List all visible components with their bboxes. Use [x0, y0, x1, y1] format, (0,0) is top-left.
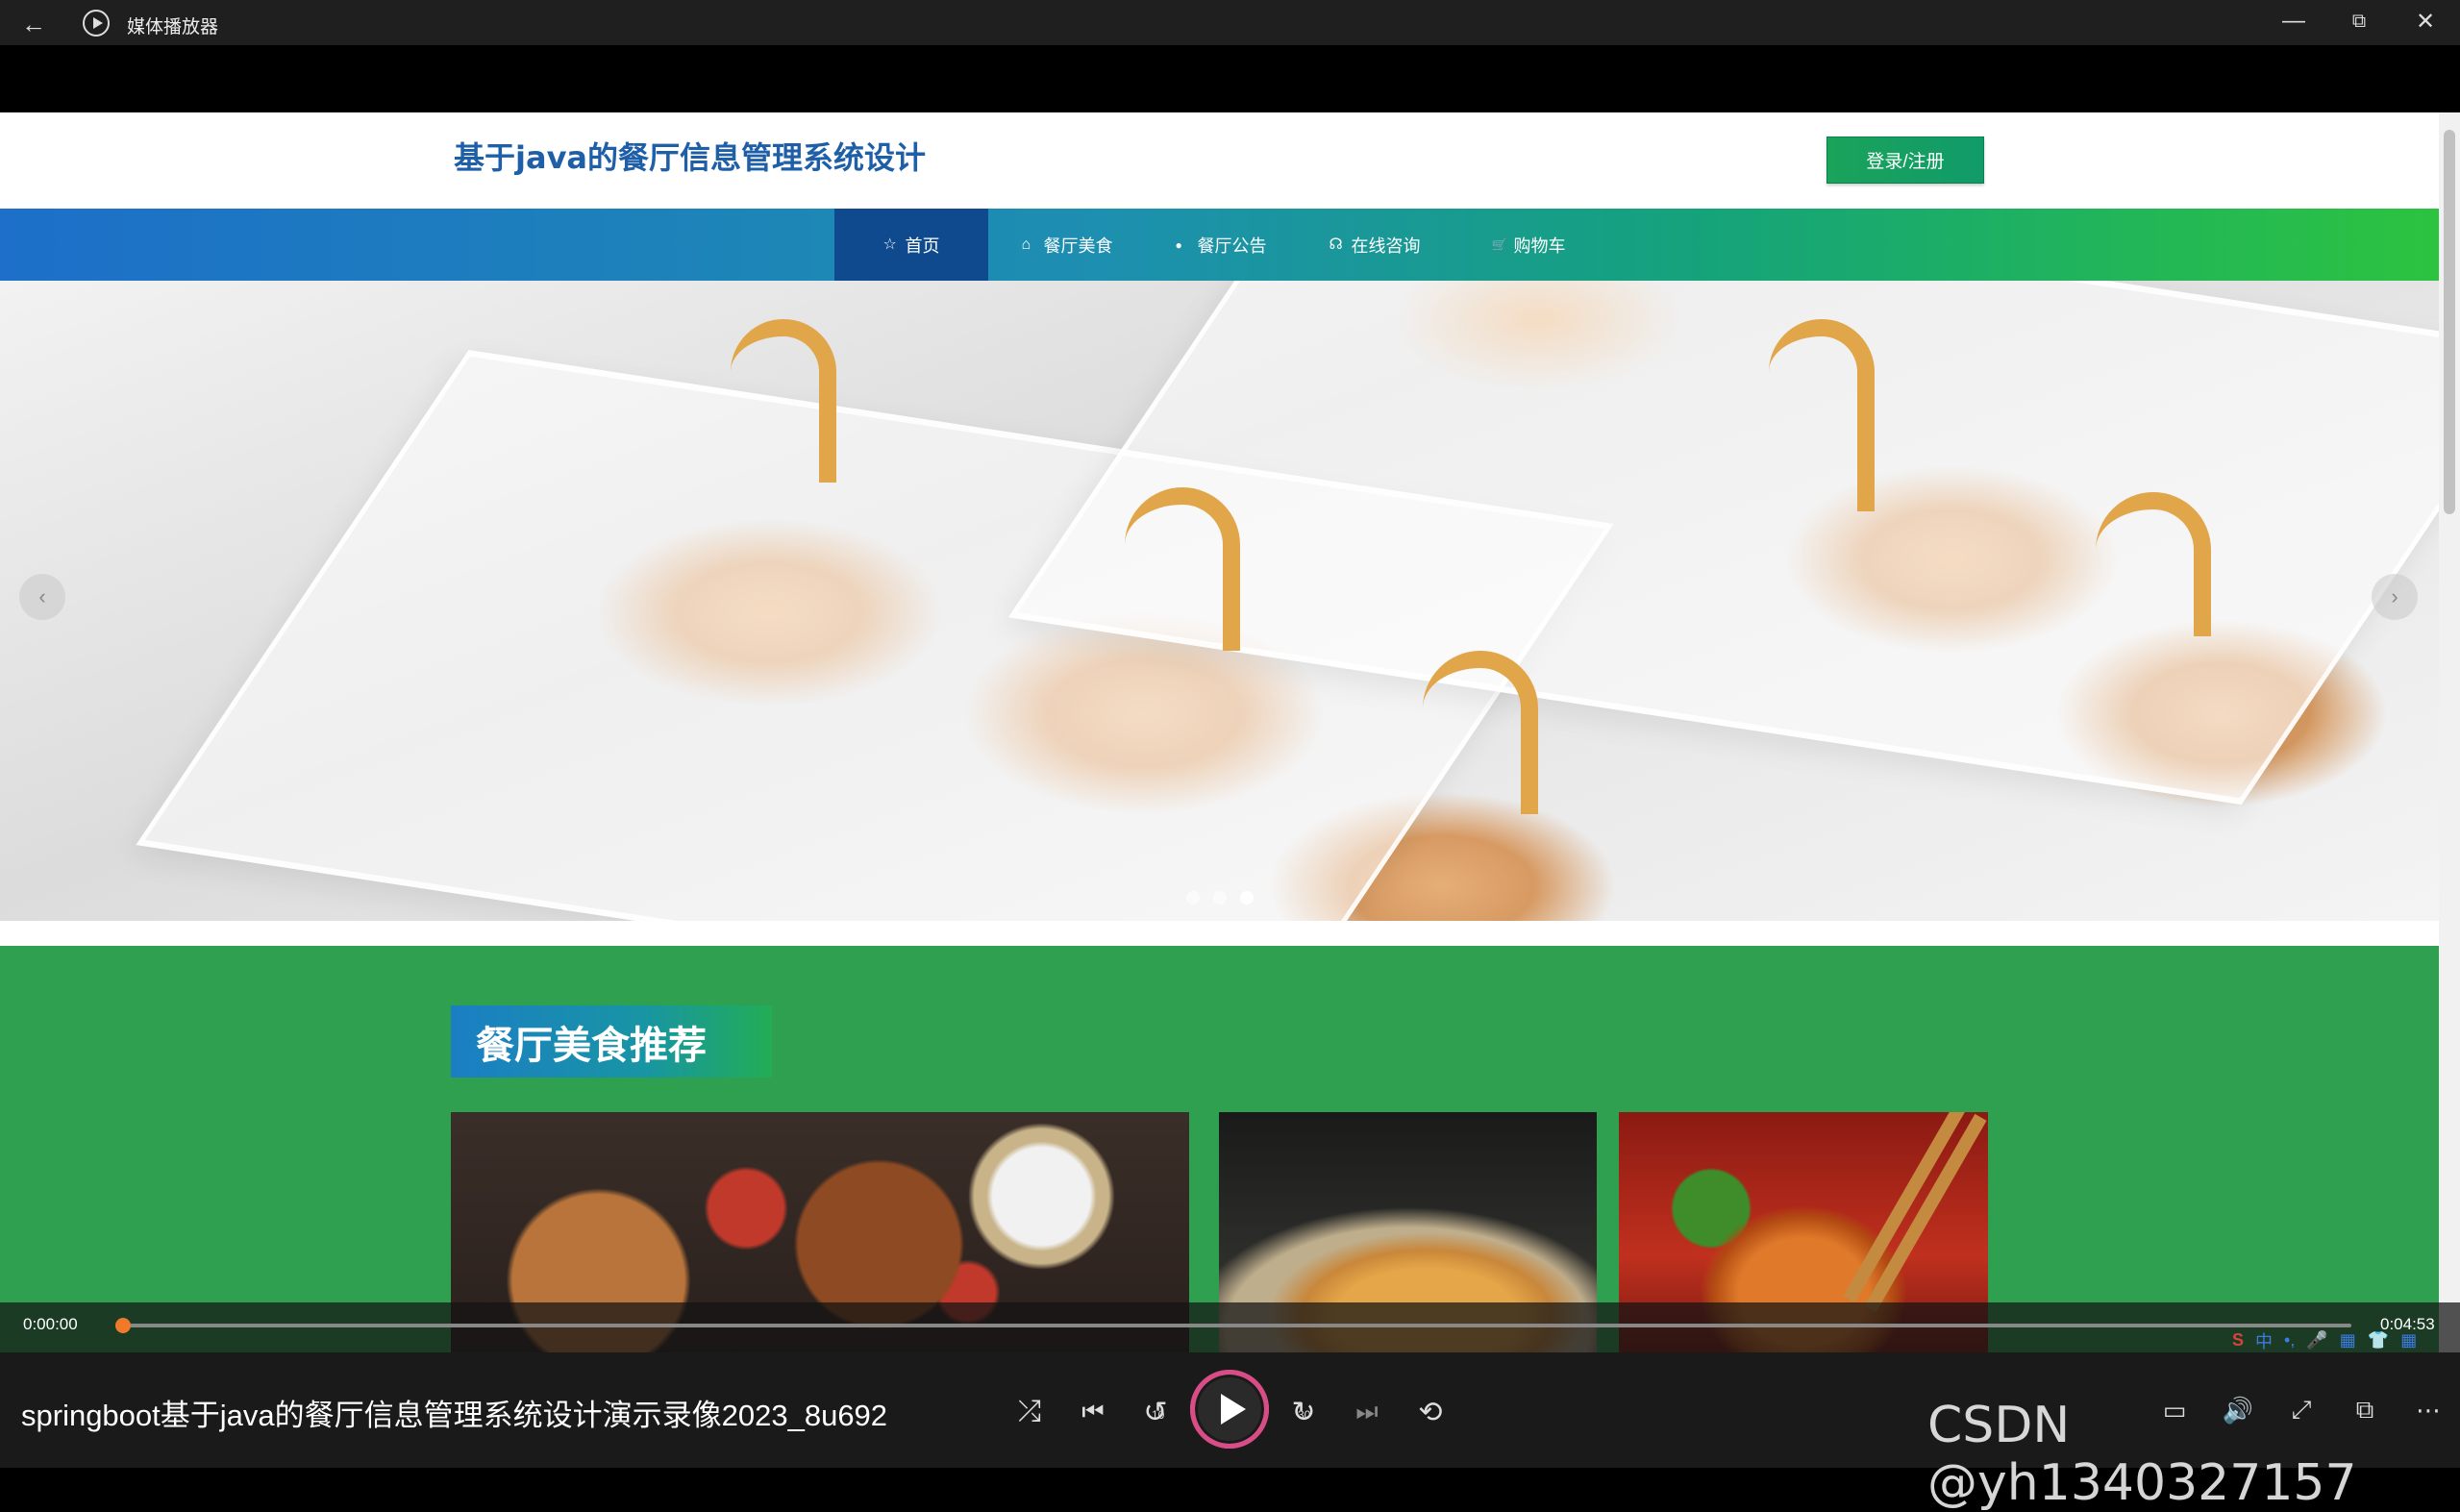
carousel-dot-2[interactable] [1213, 891, 1227, 905]
section-title: 餐厅美食推荐 [451, 1005, 772, 1078]
page-scrollbar[interactable] [2439, 112, 2460, 1352]
nav-label: 在线咨询 [1351, 235, 1421, 256]
current-time: 0:00:00 [23, 1315, 78, 1333]
ime-mode-indicator[interactable]: 中 [2255, 1328, 2273, 1353]
shuffle-icon[interactable]: ⤮ [1008, 1391, 1051, 1433]
restore-button[interactable]: ⧉ [2340, 11, 2378, 33]
keyboard-icon[interactable]: ▦ [2340, 1330, 2356, 1351]
back-arrow-icon[interactable]: ← [21, 10, 46, 39]
carousel-banner: ‹ › [0, 281, 2439, 921]
scrollbar-thumb[interactable] [2444, 130, 2455, 514]
nav-label: 首页 [905, 235, 940, 256]
food-recommend-section: 餐厅美食推荐 [0, 946, 2439, 1352]
toolbox-icon[interactable]: ▦ [2400, 1330, 2417, 1351]
site-title: 基于java的餐厅信息管理系统设计 [454, 139, 927, 176]
csdn-watermark: CSDN @yh1340327157 [1927, 1397, 2357, 1512]
rewind-seconds-label: 10 [1152, 1408, 1165, 1422]
nav-item-home[interactable]: ☆ 首页 [834, 209, 988, 281]
next-icon[interactable]: ⏭ [1346, 1391, 1388, 1433]
repeat-off-icon[interactable]: ⟲ [1409, 1391, 1452, 1433]
forward-30-button[interactable]: ↻ 30 [1282, 1391, 1325, 1433]
play-button[interactable] [1192, 1372, 1267, 1447]
rewind-10-button[interactable]: ↺ 10 [1134, 1391, 1177, 1433]
info-icon: ● [1175, 237, 1182, 252]
minimize-button[interactable]: — [2274, 8, 2313, 35]
website-page: 基于java的餐厅信息管理系统设计 登录/注册 ☆ 首页 ⌂ 餐厅美食 ● 餐厅… [0, 112, 2460, 1352]
banner-swan-neck [1125, 487, 1240, 651]
cart-icon: 🛒 [1491, 236, 1507, 252]
banner-swan-neck [1769, 319, 1875, 511]
window-titlebar: ← 媒体播放器 — ⧉ ✕ [0, 0, 2460, 45]
close-button[interactable]: ✕ [2406, 8, 2445, 36]
nav-item-announcements[interactable]: ● 餐厅公告 [1154, 209, 1288, 281]
nav-label: 餐厅公告 [1197, 235, 1267, 256]
banner-swan-neck [731, 319, 836, 483]
carousel-dot-3[interactable] [1240, 891, 1254, 905]
media-player-app-icon [83, 10, 110, 37]
nav-label: 餐厅美食 [1043, 235, 1113, 256]
seek-slider[interactable] [115, 1318, 2351, 1333]
headset-icon: ☊ [1329, 235, 1343, 253]
video-title: springboot基于java的餐厅信息管理系统设计演示录像2023_8u69… [21, 1399, 888, 1432]
carousel-dot-1[interactable] [1186, 891, 1200, 905]
skin-icon[interactable]: 👕 [2368, 1330, 2389, 1351]
seek-bar-area: 0:00:00 0:04:53 [0, 1302, 2460, 1352]
nav-item-consult[interactable]: ☊ 在线咨询 [1307, 209, 1442, 281]
player-controls: springboot基于java的餐厅信息管理系统设计演示录像2023_8u69… [0, 1352, 2460, 1512]
banner-swan-neck [1423, 651, 1538, 814]
app-title: 媒体播放器 [127, 17, 219, 37]
sogou-ime-icon[interactable]: S [2232, 1330, 2244, 1351]
bag-icon: ⌂ [1021, 235, 1031, 253]
nav-item-food[interactable]: ⌂ 餐厅美食 [1000, 209, 1134, 281]
login-register-button[interactable]: 登录/注册 [1826, 136, 1984, 184]
chopsticks-image [1864, 1113, 1987, 1313]
microphone-icon[interactable]: 🎤 [2306, 1330, 2327, 1351]
carousel-next-button[interactable]: › [2372, 574, 2418, 620]
nav-item-cart[interactable]: 🛒 购物车 [1466, 209, 1591, 281]
video-frame[interactable]: 基于java的餐厅信息管理系统设计 登录/注册 ☆ 首页 ⌂ 餐厅美食 ● 餐厅… [0, 45, 2460, 1352]
forward-seconds-label: 30 [1298, 1408, 1311, 1422]
nav-label: 购物车 [1513, 235, 1566, 256]
play-icon [1221, 1394, 1246, 1425]
star-icon: ☆ [882, 235, 897, 253]
carousel-prev-button[interactable]: ‹ [19, 574, 65, 620]
main-navbar: ☆ 首页 ⌂ 餐厅美食 ● 餐厅公告 ☊ 在线咨询 🛒 购物车 [0, 209, 2439, 281]
banner-swan-neck [2096, 492, 2211, 636]
seek-thumb[interactable] [115, 1318, 131, 1333]
previous-icon[interactable]: ⏮ [1072, 1391, 1114, 1433]
punctuation-icon[interactable]: •, [2284, 1330, 2295, 1351]
site-header: 基于java的餐厅信息管理系统设计 登录/注册 [0, 112, 2439, 209]
ime-toolbar: S 中 •, 🎤 ▦ 👕 ▦ [2232, 1328, 2460, 1352]
chopsticks-image [1843, 1112, 1966, 1303]
